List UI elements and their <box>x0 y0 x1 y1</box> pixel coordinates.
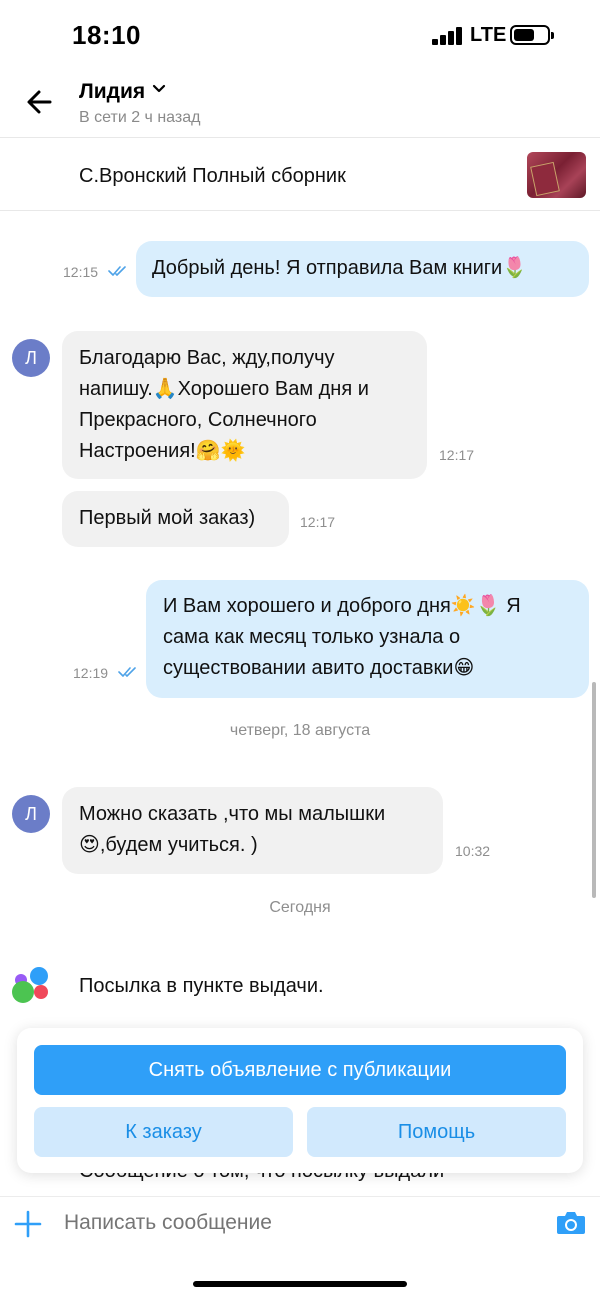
message-bubble-outgoing[interactable]: И Вам хорошего и доброго дня☀️🌷 Я сама к… <box>146 580 589 698</box>
signal-icon <box>432 27 464 45</box>
message-time: 12:19 <box>73 665 109 681</box>
date-separator: четверг, 18 августа <box>229 722 371 739</box>
unpublish-listing-button[interactable]: Снять объявление с публикации <box>34 1045 566 1095</box>
camera-icon[interactable] <box>556 1210 586 1236</box>
message-time: 12:17 <box>439 447 475 463</box>
message-bubble-incoming[interactable]: Благодарю Вас, жду,получу напишу.🙏Хороше… <box>62 331 427 479</box>
status-bar: 18:10 LTE <box>0 0 600 70</box>
read-checkmarks-icon <box>118 667 136 677</box>
avatar[interactable]: Л <box>12 339 50 377</box>
message-input[interactable] <box>64 1211 534 1235</box>
help-button[interactable]: Помощь <box>307 1107 566 1157</box>
message-line: существовании авито доставки😁 <box>163 657 475 679</box>
message-text: Первый мой заказ) <box>79 507 256 529</box>
listing-title[interactable]: С.Вронский Полный сборник <box>79 165 346 188</box>
message-line: И Вам хорошего и доброго дня☀️🌷 Я <box>163 595 521 617</box>
message-composer <box>0 1196 600 1297</box>
contact-name[interactable]: Лидия <box>79 80 145 104</box>
message-bubble-outgoing[interactable]: Добрый день! Я отправила Вам книги🌷 <box>136 241 589 297</box>
avito-logo-icon <box>12 967 50 1003</box>
chat-header: Лидия В сети 2 ч назад <box>0 70 600 138</box>
status-time: 18:10 <box>72 20 141 50</box>
listing-thumbnail[interactable] <box>527 152 586 198</box>
message-line: напишу.🙏Хорошего Вам дня и <box>79 378 369 400</box>
listing-bar[interactable]: С.Вронский Полный сборник <box>0 139 600 211</box>
message-line: Прекрасного, Солнечного <box>79 409 317 431</box>
read-checkmarks-icon <box>108 266 126 276</box>
to-order-button[interactable]: К заказу <box>34 1107 293 1157</box>
scrollbar[interactable] <box>592 682 596 898</box>
battery-icon <box>510 25 554 45</box>
contact-status: В сети 2 ч назад <box>79 109 201 126</box>
message-time: 12:15 <box>63 264 99 280</box>
message-time: 10:32 <box>455 843 491 859</box>
message-time: 12:17 <box>300 514 336 530</box>
back-arrow-icon[interactable] <box>20 82 60 122</box>
action-card: Снять объявление с публикации К заказу П… <box>17 1028 583 1173</box>
avatar[interactable]: Л <box>12 795 50 833</box>
plus-icon[interactable] <box>14 1210 42 1238</box>
message-text: Добрый день! Я отправила Вам книги🌷 <box>152 257 528 279</box>
date-separator: Сегодня <box>269 899 331 916</box>
message-bubble-incoming[interactable]: Можно сказать ,что мы малышки 😍,будем уч… <box>62 787 443 874</box>
home-indicator <box>193 1281 407 1287</box>
network-type: LTE <box>470 24 507 46</box>
message-line: сама как месяц только узнала о <box>163 626 461 648</box>
message-line: Настроения!🤗🌞 <box>79 440 246 462</box>
message-bubble-incoming[interactable]: Первый мой заказ) <box>62 491 289 547</box>
chevron-down-icon[interactable] <box>152 82 166 96</box>
system-message: Посылка в пункте выдачи. <box>79 975 324 997</box>
message-line: Благодарю Вас, жду,получу <box>79 347 335 369</box>
message-line: 😍,будем учиться. ) <box>79 834 258 856</box>
message-line: Можно сказать ,что мы малышки <box>79 803 386 825</box>
